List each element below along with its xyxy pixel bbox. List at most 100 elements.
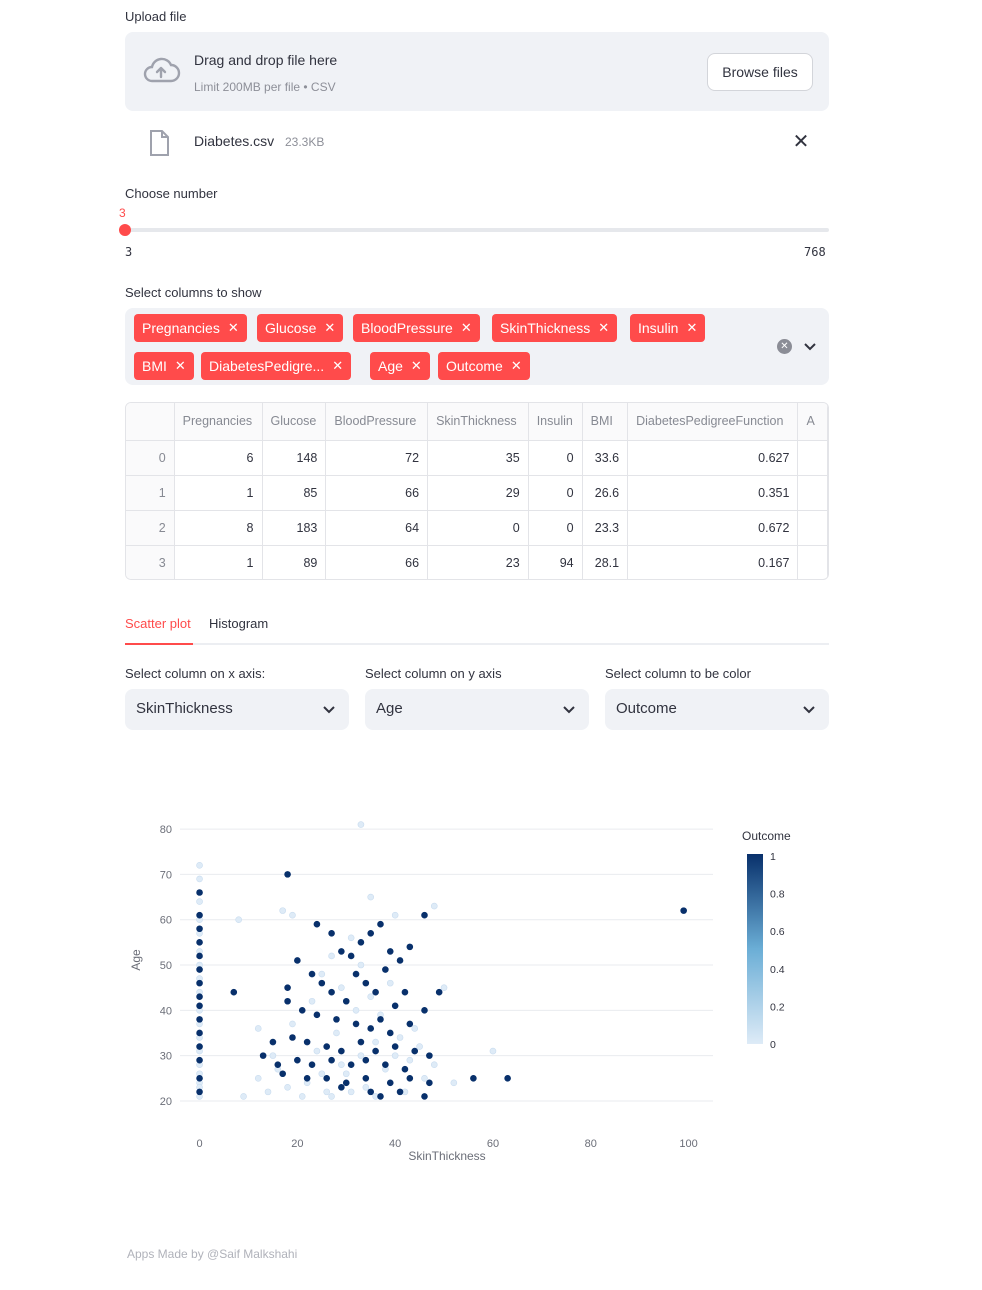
- scatter-point[interactable]: [284, 871, 291, 878]
- scatter-point[interactable]: [362, 1056, 370, 1064]
- table-cell[interactable]: 0.351: [627, 475, 799, 511]
- table-cell[interactable]: [797, 440, 828, 476]
- scatter-point[interactable]: [357, 939, 365, 946]
- scatter-point[interactable]: [328, 1056, 335, 1064]
- scatter-point[interactable]: [411, 1047, 419, 1055]
- scatter-point[interactable]: [294, 1056, 301, 1064]
- scatter-point[interactable]: [377, 1016, 384, 1023]
- scatter-point[interactable]: [347, 934, 355, 942]
- table-cell[interactable]: 28.1: [582, 545, 629, 579]
- scatter-point[interactable]: [240, 1093, 247, 1100]
- scatter-point[interactable]: [298, 1007, 306, 1014]
- chip-outcome[interactable]: Outcome ✕: [438, 352, 530, 380]
- scatter-point[interactable]: [318, 970, 326, 978]
- scatter-point[interactable]: [328, 988, 335, 996]
- table-cell[interactable]: 6: [174, 440, 263, 476]
- table-cell[interactable]: 0: [427, 510, 529, 546]
- table-cell[interactable]: 0.167: [627, 545, 799, 579]
- table-cell[interactable]: 0.672: [627, 510, 799, 546]
- scatter-point[interactable]: [426, 1079, 433, 1087]
- table-cell[interactable]: 33.6: [582, 440, 629, 476]
- table-cell[interactable]: [797, 510, 828, 546]
- table-cell[interactable]: 1: [174, 545, 263, 579]
- scatter-point[interactable]: [328, 929, 335, 937]
- scatter-point[interactable]: [333, 1029, 340, 1037]
- scatter-point[interactable]: [357, 1038, 365, 1046]
- table-cell[interactable]: 148: [262, 440, 327, 476]
- y-axis-select[interactable]: Age: [365, 689, 589, 730]
- scatter-point[interactable]: [401, 1065, 409, 1073]
- scatter-point[interactable]: [196, 875, 203, 883]
- scatter-point[interactable]: [279, 907, 286, 914]
- table-cell[interactable]: 23: [427, 545, 529, 579]
- scatter-point[interactable]: [386, 1079, 394, 1087]
- scatter-point[interactable]: [196, 979, 203, 987]
- scatter-point[interactable]: [328, 952, 335, 960]
- chevron-down-icon[interactable]: [802, 336, 818, 356]
- tab-scatter-plot[interactable]: Scatter plot: [125, 616, 191, 631]
- table-cell[interactable]: [797, 545, 828, 579]
- scatter-point[interactable]: [391, 911, 399, 919]
- scatter-point[interactable]: [362, 979, 370, 987]
- scatter-point[interactable]: [357, 821, 365, 828]
- table-cell[interactable]: 64: [325, 510, 429, 546]
- scatter-point[interactable]: [338, 1084, 345, 1091]
- scatter-point[interactable]: [196, 1074, 203, 1082]
- scatter-point[interactable]: [328, 1093, 335, 1100]
- scatter-point[interactable]: [347, 952, 355, 960]
- chip-remove-icon[interactable]: ✕: [228, 320, 239, 336]
- scatter-point[interactable]: [196, 939, 203, 946]
- table-cell[interactable]: 0: [528, 510, 583, 546]
- scatter-point[interactable]: [352, 970, 360, 978]
- table-cell[interactable]: 94: [528, 545, 583, 579]
- scatter-point[interactable]: [338, 1047, 345, 1055]
- scatter-point[interactable]: [289, 911, 296, 919]
- scatter-point[interactable]: [421, 1074, 428, 1082]
- scatter-point[interactable]: [386, 1029, 394, 1037]
- scatter-point[interactable]: [372, 988, 379, 996]
- scatter-point[interactable]: [338, 984, 345, 991]
- column-header[interactable]: Insulin: [528, 403, 583, 441]
- table-cell[interactable]: 72: [325, 440, 429, 476]
- scatter-point[interactable]: [196, 952, 203, 960]
- scatter-point[interactable]: [196, 1056, 203, 1064]
- scatter-point[interactable]: [259, 1052, 267, 1059]
- scatter-point[interactable]: [333, 1016, 340, 1023]
- data-table[interactable]: Pregnancies Glucose BloodPressure SkinTh…: [125, 402, 829, 580]
- scatter-point[interactable]: [357, 1052, 365, 1059]
- columns-multiselect[interactable]: Pregnancies ✕ Glucose ✕ BloodPressure ✕ Ski…: [125, 308, 829, 385]
- scatter-point[interactable]: [279, 1070, 286, 1078]
- chip-remove-icon[interactable]: ✕: [332, 358, 343, 374]
- scatter-point[interactable]: [411, 1025, 419, 1032]
- scatter-point[interactable]: [396, 1088, 404, 1096]
- chip-remove-icon[interactable]: ✕: [324, 320, 335, 336]
- table-cell[interactable]: 29: [427, 475, 529, 511]
- scatter-point[interactable]: [440, 984, 448, 991]
- scatter-point[interactable]: [313, 1047, 321, 1055]
- scatter-point[interactable]: [284, 984, 291, 991]
- scatter-point[interactable]: [235, 916, 242, 923]
- scatter-point[interactable]: [347, 1061, 355, 1068]
- chip-age[interactable]: Age ✕: [370, 352, 430, 380]
- column-header[interactable]: A: [797, 403, 828, 441]
- scatter-point[interactable]: [470, 1074, 477, 1082]
- scatter-point[interactable]: [298, 1093, 306, 1100]
- scatter-point[interactable]: [323, 1088, 330, 1096]
- scatter-point[interactable]: [347, 1088, 355, 1096]
- close-icon[interactable]: ✕: [791, 132, 811, 152]
- tab-histogram[interactable]: Histogram: [209, 616, 268, 631]
- scatter-point[interactable]: [196, 862, 203, 869]
- chip-remove-icon[interactable]: ✕: [511, 358, 522, 374]
- scatter-point[interactable]: [489, 1047, 497, 1055]
- scatter-point[interactable]: [230, 988, 238, 996]
- scatter-point[interactable]: [196, 1016, 203, 1023]
- scatter-point[interactable]: [504, 1074, 511, 1082]
- scatter-point[interactable]: [303, 1074, 311, 1082]
- scatter-point[interactable]: [313, 920, 321, 928]
- scatter-point[interactable]: [382, 1061, 389, 1068]
- chip-bmi[interactable]: BMI ✕: [134, 352, 194, 380]
- scatter-point[interactable]: [318, 979, 326, 987]
- browse-files-button[interactable]: Browse files: [707, 53, 813, 91]
- scatter-point[interactable]: [338, 948, 345, 955]
- scatter-point[interactable]: [406, 1020, 414, 1028]
